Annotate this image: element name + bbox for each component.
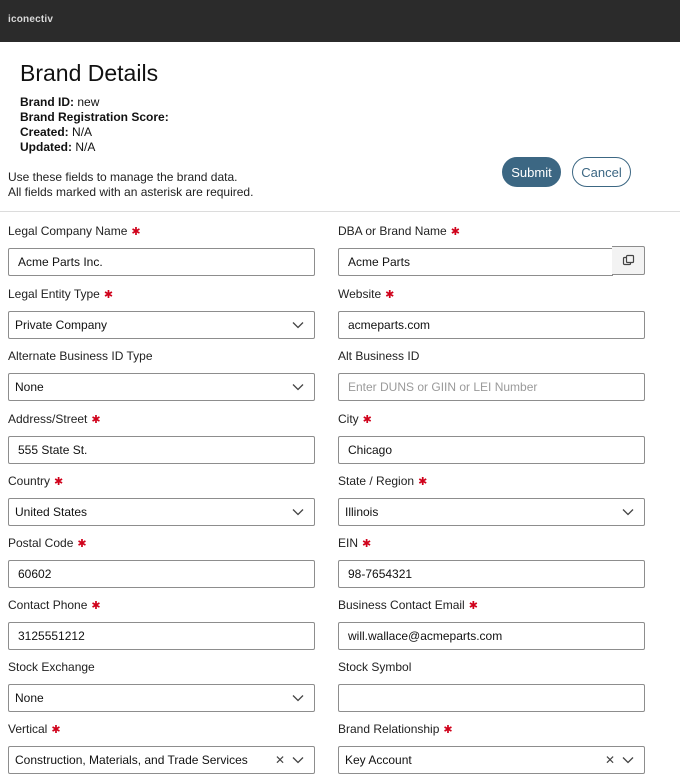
city-group: City ✱ Chicago <box>338 412 645 464</box>
alt-business-id-group: Alt Business ID Enter DUNS or GIIN or LE… <box>338 349 645 401</box>
legal-company-name-group: Legal Company Name ✱ Acme Parts Inc. <box>8 224 315 276</box>
app-logo: iconectiv <box>8 14 54 25</box>
alt-business-id-type-select[interactable]: None <box>8 373 315 401</box>
required-marker: ✱ <box>468 600 478 612</box>
required-marker: ✱ <box>443 724 453 736</box>
meta-brand-id: Brand ID: new <box>20 95 100 109</box>
website-input[interactable]: acmeparts.com <box>338 311 645 339</box>
required-marker: ✱ <box>450 226 460 238</box>
dba-brand-name-group: DBA or Brand Name ✱ Acme Parts <box>338 224 613 276</box>
business-contact-email-group: Business Contact Email ✱ will.wallace@acm… <box>338 598 645 650</box>
required-marker: ✱ <box>385 289 395 301</box>
divider <box>0 211 680 212</box>
page-title: Brand Details <box>20 60 159 86</box>
clear-icon[interactable]: ✕ <box>275 753 285 767</box>
business-contact-email-input[interactable]: will.wallace@acmeparts.com <box>338 622 645 650</box>
meta-registration-score: Brand Registration Score: <box>20 110 169 124</box>
required-marker: ✱ <box>54 476 64 488</box>
vertical-group: Vertical ✱ Construction, Materials, and T… <box>8 722 315 774</box>
stock-exchange-group: Stock Exchange None <box>8 660 315 712</box>
postal-code-input[interactable]: 60602 <box>8 560 315 588</box>
contact-phone-group: Contact Phone ✱ 3125551212 <box>8 598 315 650</box>
top-bar: iconectiv <box>0 0 680 42</box>
alt-business-id-type-group: Alternate Business ID Type None <box>8 349 315 401</box>
stock-symbol-group: Stock Symbol <box>338 660 645 712</box>
address-street-group: Address/Street ✱ 555 State St. <box>8 412 315 464</box>
state-region-select[interactable]: Illinois <box>338 498 645 526</box>
brand-relationship-group: Brand Relationship ✱ Key Account ✕ <box>338 722 645 774</box>
chevron-down-icon <box>292 322 304 329</box>
chevron-down-icon <box>292 757 304 764</box>
required-marker: ✱ <box>77 538 87 550</box>
chevron-down-icon <box>292 384 304 391</box>
city-input[interactable]: Chicago <box>338 436 645 464</box>
clear-icon[interactable]: ✕ <box>605 753 615 767</box>
stock-symbol-input[interactable] <box>338 684 645 712</box>
required-marker: ✱ <box>418 476 428 488</box>
required-marker: ✱ <box>91 600 101 612</box>
postal-code-group: Postal Code ✱ 60602 <box>8 536 315 588</box>
submit-button[interactable]: Submit <box>502 157 561 187</box>
meta-updated: Updated: N/A <box>20 140 96 154</box>
chevron-down-icon <box>292 509 304 516</box>
copy-button[interactable] <box>612 246 645 275</box>
ein-group: EIN ✱ 98-7654321 <box>338 536 645 588</box>
required-marker: ✱ <box>51 724 61 736</box>
required-marker: ✱ <box>91 414 101 426</box>
copy-icon <box>622 254 634 266</box>
country-select[interactable]: United States <box>8 498 315 526</box>
address-street-input[interactable]: 555 State St. <box>8 436 315 464</box>
legal-company-name-input[interactable]: Acme Parts Inc. <box>8 248 315 276</box>
alt-business-id-input[interactable]: Enter DUNS or GIIN or LEI Number <box>338 373 645 401</box>
required-marker: ✱ <box>103 289 114 301</box>
chevron-down-icon <box>292 695 304 702</box>
cancel-button[interactable]: Cancel <box>572 157 631 187</box>
required-marker: ✱ <box>362 538 372 550</box>
country-group: Country ✱ United States <box>8 474 315 526</box>
state-region-group: State / Region ✱ Illinois <box>338 474 645 526</box>
meta-created: Created: N/A <box>20 125 93 139</box>
chevron-down-icon <box>622 757 634 764</box>
contact-phone-input[interactable]: 3125551212 <box>8 622 315 650</box>
dba-brand-name-input[interactable]: Acme Parts <box>338 248 613 276</box>
required-marker: ✱ <box>131 226 141 238</box>
vertical-select[interactable]: Construction, Materials, and Trade Servi… <box>8 746 315 774</box>
instructions: Use these fields to manage the brand dat… <box>8 170 254 199</box>
chevron-down-icon <box>622 509 634 516</box>
ein-input[interactable]: 98-7654321 <box>338 560 645 588</box>
stock-exchange-select[interactable]: None <box>8 684 315 712</box>
required-marker: ✱ <box>362 414 372 426</box>
brand-relationship-select[interactable]: Key Account ✕ <box>338 746 645 774</box>
legal-entity-type-select[interactable]: Private Company <box>8 311 315 339</box>
legal-entity-type-group: Legal Entity Type ✱ Private Company <box>8 287 315 339</box>
website-group: Website ✱ acmeparts.com <box>338 287 645 339</box>
